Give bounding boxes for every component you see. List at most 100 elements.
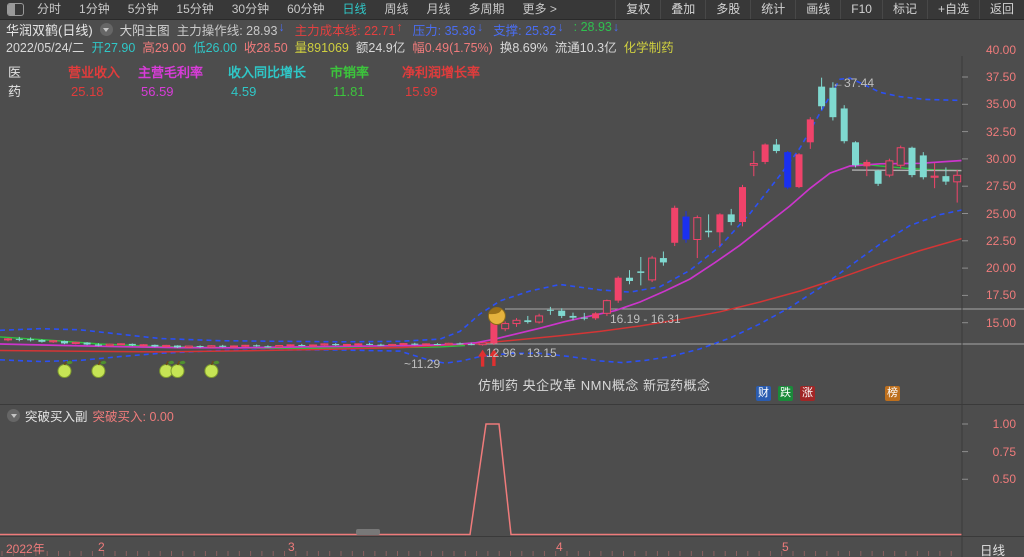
indicator-text: 压力: 35.36: [413, 20, 476, 39]
candle: [626, 278, 633, 281]
indicator-text: 主力成本线: 22.71: [295, 20, 396, 39]
toolbar-action-button[interactable]: 返回: [979, 0, 1024, 19]
candle: [118, 344, 125, 345]
arrow-up-icon: ↑: [396, 20, 402, 39]
chevron-glyph: [103, 28, 109, 32]
toolbar-item-period[interactable]: 15分钟: [167, 0, 222, 19]
chart-canvas[interactable]: [0, 56, 1024, 557]
indicator-item: 支撑: 25.32↓: [493, 20, 563, 39]
candle: [728, 214, 735, 222]
candle: [445, 343, 452, 344]
candle: [219, 346, 226, 347]
candle: [411, 344, 418, 345]
chevron-down-icon[interactable]: [7, 409, 20, 422]
quick-button[interactable]: 跌: [778, 386, 793, 401]
toolbar-item-period[interactable]: 多周期: [460, 0, 514, 19]
candle: [558, 311, 565, 316]
ohlc-field: 额24.9亿: [356, 37, 405, 56]
arrow-down-icon: ↓: [557, 20, 563, 39]
toolbar-action-button[interactable]: 画线: [795, 0, 840, 19]
candle: [197, 346, 204, 347]
quick-button[interactable]: 财: [756, 386, 771, 401]
indicator-bar: 华润双鹤(日线) 大阳主图 主力操作线: 28.93↓ 主力成本线: 22.71↑…: [0, 20, 619, 38]
main-indicator-name[interactable]: 大阳主图: [120, 20, 170, 39]
toolbar-action-button[interactable]: 标记: [882, 0, 927, 19]
indicator-item: 主力成本线: 22.71↑: [295, 20, 403, 39]
candle: [705, 231, 712, 233]
candle: [106, 344, 113, 345]
toolbar-action-button[interactable]: 统计: [750, 0, 795, 19]
price-annotation: 16.19 - 16.31: [610, 312, 681, 326]
candle: [841, 108, 848, 141]
candle: [468, 344, 475, 345]
candle: [931, 176, 938, 177]
candle: [208, 346, 215, 347]
toolbar-action-button[interactable]: F10: [840, 0, 882, 19]
toolbar-item-period[interactable]: 1分钟: [70, 0, 119, 19]
ohlc-field: 2022/05/24/二: [6, 37, 85, 56]
sub-panel-header: 突破买入副 突破买入: 0.00: [0, 407, 174, 423]
sub-axis-label: 0.75: [966, 445, 1016, 459]
toolbar-item-period[interactable]: 60分钟: [278, 0, 333, 19]
candle: [140, 345, 147, 346]
quick-button[interactable]: 涨: [800, 386, 815, 401]
quick-button[interactable]: 榜: [885, 386, 900, 401]
candle: [400, 344, 407, 345]
window-toggle-icon[interactable]: [7, 3, 24, 16]
price-annotation: ~11.29: [404, 357, 440, 371]
ohlc-field: 开27.90: [92, 37, 136, 56]
toolbar-item-period[interactable]: 分时: [28, 0, 70, 19]
gold-signal-icon: [488, 307, 505, 324]
candle: [852, 142, 859, 165]
price-axis-label: 22.50: [966, 234, 1016, 248]
toolbar-item-period[interactable]: 周线: [375, 0, 417, 19]
candle: [694, 218, 701, 240]
candle: [863, 162, 870, 166]
price-axis-label: 32.50: [966, 125, 1016, 139]
candle: [276, 346, 283, 347]
chevron-glyph: [11, 414, 17, 418]
ohlc-bar: 2022/05/24/二开27.90高29.00低26.00收28.50量891…: [0, 38, 674, 55]
sub-indicator-name[interactable]: 突破买入副: [25, 406, 88, 425]
toolbar-item-period[interactable]: 日线: [333, 0, 375, 19]
time-axis-label: 5: [782, 540, 789, 554]
candle: [27, 339, 34, 340]
concept-tags: 仿制药 央企改革 NMN概念 新冠药概念: [478, 375, 710, 394]
candle: [423, 344, 430, 345]
candle: [920, 155, 927, 177]
candle: [886, 161, 893, 175]
toolbar-item-period[interactable]: 月线: [418, 0, 460, 19]
candle: [287, 345, 294, 346]
toolbar-item-period[interactable]: 5分钟: [119, 0, 168, 19]
toolbar-item-period[interactable]: 更多 >: [514, 0, 566, 19]
candle: [355, 344, 362, 345]
stock-name[interactable]: 华润双鹤(日线): [6, 20, 93, 39]
sub-axis-label: 1.00: [966, 417, 1016, 431]
chart-frame: [0, 56, 1024, 557]
arrow-down-icon: ↓: [477, 20, 483, 39]
candle: [185, 346, 192, 347]
price-annotation: ←37.44: [832, 76, 874, 90]
candle: [829, 88, 836, 117]
candle: [366, 344, 373, 345]
candle: [344, 344, 351, 345]
toolbar-action-button[interactable]: 多股: [705, 0, 750, 19]
candle: [38, 340, 45, 342]
candle: [479, 343, 486, 345]
chevron-down-icon[interactable]: [100, 23, 113, 36]
time-axis-label: 2: [98, 540, 105, 554]
candle: [773, 144, 780, 151]
candle: [253, 345, 260, 346]
indicator-item: 主力操作线: 28.93↓: [177, 20, 285, 39]
candle: [95, 345, 102, 346]
candle: [637, 271, 644, 273]
stock-chart-window: 分时1分钟5分钟15分钟30分钟60分钟日线周线月线多周期更多 > 复权叠加多股…: [0, 0, 1024, 557]
scrollbar-thumb[interactable]: [356, 529, 380, 535]
candle: [615, 278, 622, 301]
toolbar-item-period[interactable]: 30分钟: [223, 0, 278, 19]
toolbar-action-button[interactable]: 叠加: [660, 0, 705, 19]
ohlc-field: 化学制药: [624, 37, 674, 56]
toolbar-action-button[interactable]: 复权: [615, 0, 660, 19]
toolbar-action-button[interactable]: +自选: [927, 0, 979, 19]
candle: [310, 345, 317, 346]
